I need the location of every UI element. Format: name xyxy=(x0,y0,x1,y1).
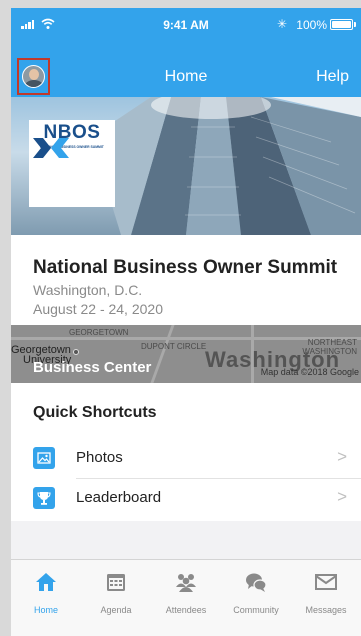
home-icon xyxy=(36,573,56,591)
bluetooth-icon: ✳ xyxy=(276,17,287,31)
tab-agenda[interactable]: Agenda xyxy=(81,560,151,636)
header: 9:41 AM ✳ 100% Home Help xyxy=(11,8,361,97)
event-dates: August 22 - 24, 2020 xyxy=(33,301,163,317)
map-road xyxy=(150,325,175,383)
tab-label: Messages xyxy=(305,605,347,615)
agenda-icon xyxy=(107,574,125,591)
map-pin-icon xyxy=(73,349,79,355)
event-location: Washington, D.C. xyxy=(33,282,143,298)
community-icon xyxy=(246,573,267,592)
shortcut-label: Leaderboard xyxy=(76,489,162,506)
help-button[interactable]: Help xyxy=(316,68,349,86)
map-title: Business Center xyxy=(33,359,152,376)
battery-icon xyxy=(330,19,353,30)
map-label: GEORGETOWN xyxy=(69,328,129,337)
tab-label: Community xyxy=(233,605,279,615)
tab-attendees[interactable]: Attendees xyxy=(151,560,221,636)
venue-map[interactable]: GEORGETOWN DUPONT CIRCLE NORTHEAST WASHI… xyxy=(11,325,361,383)
event-info: National Business Owner Summit Washingto… xyxy=(11,235,361,325)
tab-community[interactable]: Community xyxy=(221,560,291,636)
tab-label: Attendees xyxy=(165,605,207,615)
tab-home[interactable]: Home xyxy=(11,560,81,636)
event-logo: NBOS NATIONAL BUSINESS OWNER SUMMIT xyxy=(29,120,115,207)
map-label: DUPONT CIRCLE xyxy=(141,342,207,351)
chevron-right-icon: > xyxy=(337,447,347,466)
photo-icon xyxy=(33,447,55,469)
map-attribution: Map data ©2018 Google xyxy=(260,367,359,377)
section-title: Quick Shortcuts xyxy=(33,404,157,421)
battery-tip xyxy=(354,22,356,27)
trophy-icon xyxy=(33,487,55,509)
status-bar: 9:41 AM ✳ 100% xyxy=(11,8,361,44)
tab-label: Home xyxy=(33,605,58,615)
shortcut-photos[interactable]: Photos > xyxy=(11,438,361,478)
logo-mark-icon xyxy=(33,138,69,158)
messages-icon xyxy=(315,574,337,590)
tab-bar: Home Agenda Attendees Community Messages xyxy=(11,559,361,636)
attendees-icon xyxy=(176,574,196,592)
shortcut-label: Photos xyxy=(76,449,123,466)
app-screen: 9:41 AM ✳ 100% Home Help NBOS NATIONAL B… xyxy=(11,8,361,636)
map-label: NORTHEAST xyxy=(307,338,357,347)
page-title: Home xyxy=(164,68,208,85)
quick-shortcuts: Quick Shortcuts Photos > Leaderboard > xyxy=(11,383,361,521)
tab-messages[interactable]: Messages xyxy=(291,560,361,636)
event-banner: NBOS NATIONAL BUSINESS OWNER SUMMIT xyxy=(11,97,361,235)
event-title: National Business Owner Summit xyxy=(33,257,338,278)
battery-percent: 100% xyxy=(296,18,327,32)
chevron-right-icon: > xyxy=(337,487,347,506)
shortcut-leaderboard[interactable]: Leaderboard > xyxy=(11,478,361,518)
tab-label: Agenda xyxy=(100,605,132,615)
